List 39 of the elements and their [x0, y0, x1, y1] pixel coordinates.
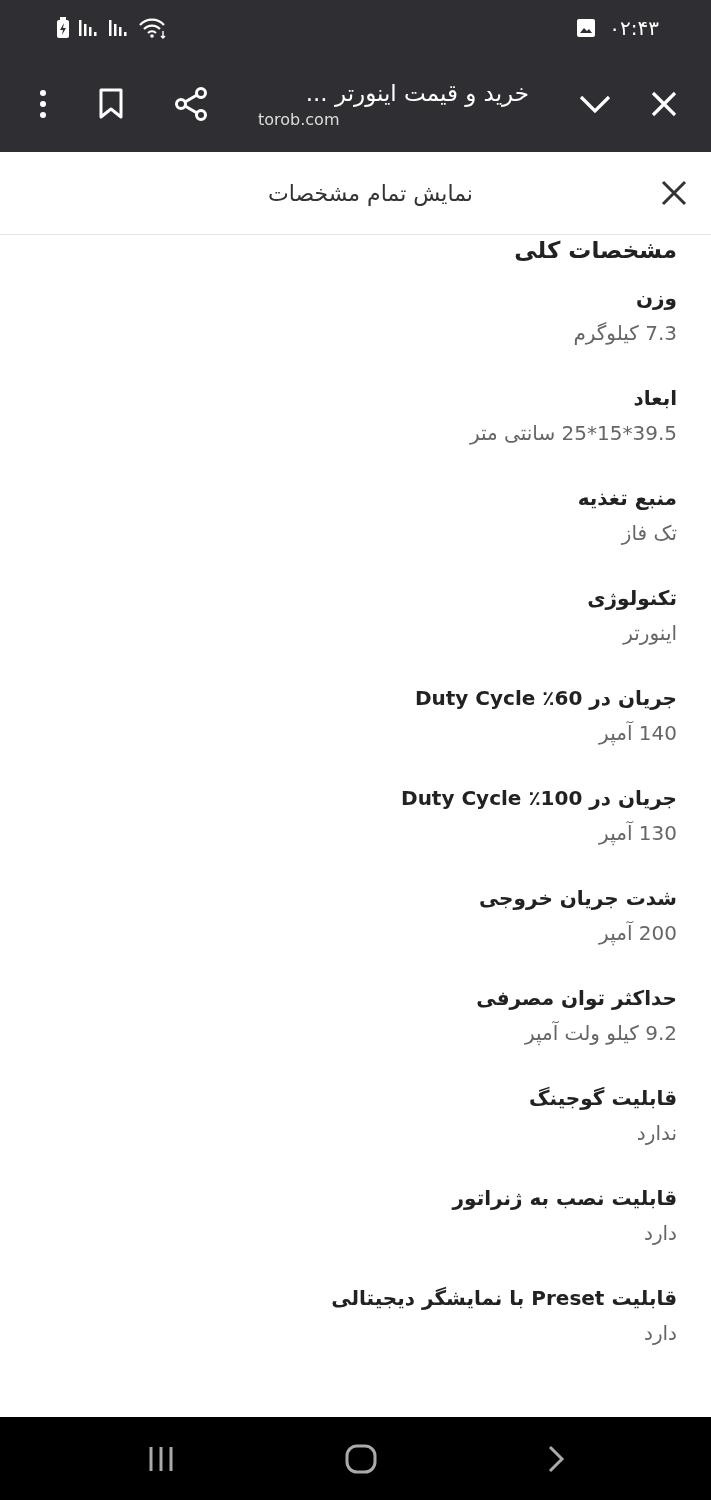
- section-title: مشخصات کلی: [513, 237, 677, 263]
- spec-label: قابلیت نصب به ژنراتور: [452, 1185, 677, 1212]
- spec-label: وزن: [636, 285, 677, 312]
- spec-value: 140 آمپر: [599, 720, 677, 748]
- signal-icon: [108, 18, 130, 38]
- spec-value: 9.2 کیلو ولت آمپر: [524, 1020, 677, 1048]
- spec-value: دارد: [643, 1220, 677, 1247]
- spec-value: ندارد: [636, 1120, 677, 1147]
- spec-value: 130 آمپر: [599, 820, 677, 848]
- forward-icon[interactable]: [546, 1443, 565, 1474]
- spec-label: شدت جریان خروجی: [478, 885, 677, 912]
- spec-value: 200 آمپر: [599, 920, 677, 948]
- more-options-icon[interactable]: [38, 89, 48, 119]
- wifi-icon: [138, 17, 168, 39]
- share-icon[interactable]: [174, 87, 208, 121]
- spec-label: جریان در Duty Cycle ٪100: [401, 785, 677, 812]
- spec-value: دارد: [643, 1320, 677, 1347]
- spec-value: 7.3 کیلوگرم: [573, 320, 677, 347]
- spec-label: قابلیت گوجینگ: [529, 1085, 677, 1112]
- page-title: خرید و قیمت اینورتر ...: [305, 79, 529, 106]
- close-icon[interactable]: [661, 180, 687, 206]
- spec-value: تک فاز: [621, 520, 677, 547]
- signal-icon: [78, 18, 100, 38]
- spec-label: جریان در Duty Cycle ٪60: [414, 685, 677, 712]
- sheet-title: نمایش تمام مشخصات: [267, 180, 474, 206]
- spec-label: ابعاد: [633, 385, 677, 412]
- spec-value: اینورتر: [623, 620, 677, 647]
- image-icon: [577, 19, 596, 37]
- battery-icon: [56, 17, 70, 39]
- spec-label: منبع تغذیه: [577, 485, 677, 512]
- bookmark-icon[interactable]: [98, 88, 124, 120]
- home-icon[interactable]: [344, 1443, 377, 1474]
- spec-label: حداکثر توان مصرفی: [476, 985, 677, 1012]
- spec-value: 39.5*15*25 سانتی متر: [469, 420, 677, 447]
- clock-time: ۰۲:۴۳: [609, 16, 659, 40]
- page-url: torob.com: [258, 109, 340, 129]
- spec-label: قابلیت Preset با نمایشگر دیجیتالی: [331, 1285, 677, 1312]
- spec-label: تکنولوژی: [587, 585, 677, 612]
- chevron-down-icon[interactable]: [579, 94, 611, 114]
